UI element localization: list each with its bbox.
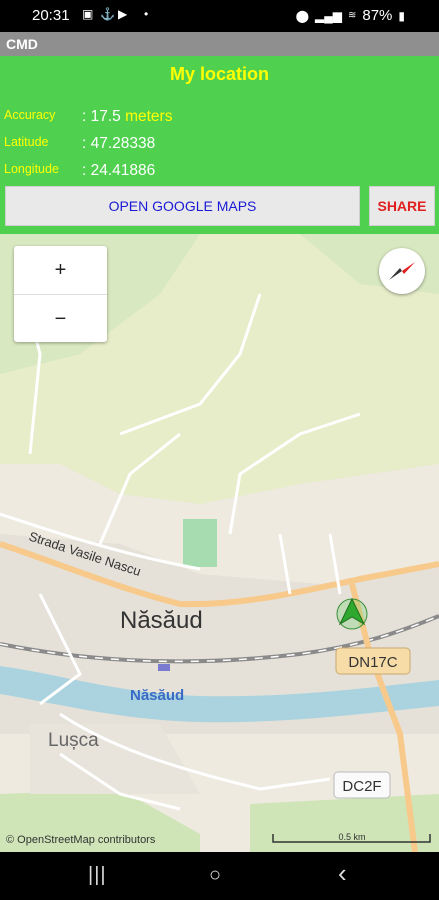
status-bar: 20:31 ▣ ⚓ ▶ • ⬤ ▂▄▆ ≋ 87% ▮ [0, 0, 439, 32]
home-button[interactable]: ○ [209, 864, 221, 887]
town-label: Năsăud [120, 607, 203, 634]
zoom-out-button[interactable]: − [14, 294, 107, 343]
panel-title: My location [169, 64, 269, 84]
status-time: 20:31 [32, 7, 70, 24]
wifi-icon: ≋ [347, 10, 357, 21]
map-attribution[interactable]: © OpenStreetMap contributors [6, 834, 155, 846]
compass-button[interactable] [379, 248, 425, 294]
latitude-value: : 47.28338 [82, 135, 156, 152]
road-label-dn17c: DN17C [348, 654, 397, 671]
zoom-in-button[interactable]: + [14, 246, 107, 294]
accuracy-unit: meters [125, 108, 173, 125]
anchor-icon: ⚓ [100, 7, 115, 21]
dot-icon: • [144, 7, 149, 21]
navigation-bar: ||| ○ ‹ [0, 852, 439, 900]
village-label: Lușca [48, 730, 99, 751]
open-google-maps-button[interactable]: OPEN GOOGLE MAPS [5, 186, 360, 226]
park-area [183, 519, 217, 567]
latitude-label: Latitude [4, 135, 49, 149]
battery-label: 87% [362, 7, 393, 24]
scale-label: 0.5 km [338, 832, 365, 842]
battery-icon: ▮ [398, 8, 405, 23]
status-right: ⬤ ▂▄▆ ≋ 87% ▮ [296, 7, 405, 24]
station-label: Năsăud [130, 687, 184, 704]
gallery-icon: ▣ [82, 7, 94, 21]
app-title: CMD [6, 36, 38, 52]
accuracy-number: : 17.5 [82, 108, 121, 125]
back-button[interactable]: ‹ [338, 858, 347, 889]
map-view[interactable]: Strada Vasile Nascu Năsăud Năsăud Lușca … [0, 234, 439, 852]
accuracy-label: Accuracy [4, 108, 56, 122]
accuracy-value: : 17.5 meters [82, 108, 172, 126]
recent-apps-button[interactable]: ||| [88, 864, 107, 887]
zoom-control: + − [14, 246, 107, 342]
longitude-value: : 24.41886 [82, 162, 156, 179]
location-icon: ⬤ [295, 8, 309, 23]
signal-icon: ▂▄▆ [315, 8, 342, 23]
location-panel: My location Accuracy : 17.5 meters Latit… [0, 56, 439, 234]
scale-bar: 0.5 km [272, 832, 431, 843]
station-marker [158, 664, 170, 671]
longitude-label: Longitude [4, 162, 59, 176]
youtube-icon: ▶ [118, 7, 128, 21]
app-bar: CMD [0, 32, 439, 56]
share-button[interactable]: SHARE [369, 186, 435, 226]
road-label-dc2f: DC2F [342, 778, 381, 795]
compass-icon [389, 262, 415, 280]
